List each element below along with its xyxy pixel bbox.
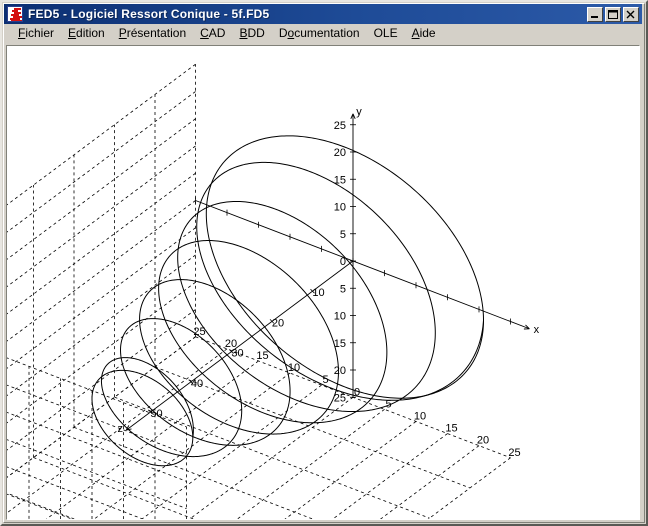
axis-letter-z: z	[117, 423, 123, 435]
tick-label: 5	[385, 398, 391, 410]
tick-label: 20	[334, 365, 346, 377]
menu-item-fichier[interactable]: Fichier	[11, 25, 61, 42]
axis-letter-x: x	[534, 324, 540, 336]
axis-labels: 2520151050510152025252015105051015202510…	[7, 106, 540, 519]
tick-label: 25	[334, 120, 346, 132]
menu-item-edition[interactable]: Edition	[61, 25, 112, 42]
plot-client-area[interactable]: 2520151050510152025252015105051015202510…	[6, 45, 640, 520]
menu-item-ole[interactable]: OLE	[367, 25, 405, 42]
tick-label: 20	[334, 147, 346, 159]
menu-item-cad[interactable]: CAD	[193, 25, 232, 42]
tick-label: 15	[334, 338, 346, 350]
grid-layer	[7, 64, 511, 519]
tick-label: 0	[340, 256, 346, 268]
maximize-button[interactable]	[605, 7, 621, 22]
close-icon	[625, 9, 637, 20]
axis-letter-y: y	[356, 106, 362, 118]
tick-label: 5	[322, 374, 328, 386]
tick-label: 40	[191, 378, 203, 390]
window-controls	[587, 7, 640, 22]
close-button[interactable]	[623, 7, 639, 22]
tick-label: 25	[334, 392, 346, 404]
tick-label: 10	[334, 311, 346, 323]
tick-label: 5	[340, 283, 346, 295]
tick-label: 20	[477, 435, 489, 447]
tick-label: 25	[508, 447, 520, 459]
tick-label: 15	[445, 423, 457, 435]
tick-label: 10	[312, 287, 324, 299]
tick-label: 30	[231, 348, 243, 360]
menu-item-aide[interactable]: Aide	[405, 25, 443, 42]
spring-3d-plot: 2520151050510152025252015105051015202510…	[7, 46, 639, 519]
tick-label: 10	[414, 410, 426, 422]
menu-bar: Fichier Edition Présentation CAD BDD Doc…	[4, 24, 642, 43]
tick-label: 15	[256, 350, 268, 362]
tick-label: 20	[272, 317, 284, 329]
tick-label: 10	[334, 202, 346, 214]
menu-item-presentation[interactable]: Présentation	[112, 25, 193, 42]
tick-label: 25	[193, 326, 205, 338]
menu-item-documentation[interactable]: Documentation	[272, 25, 367, 42]
conical-spring-icon	[7, 6, 23, 22]
tick-label: 5	[340, 229, 346, 241]
tick-label: 50	[150, 408, 162, 420]
menu-item-bdd[interactable]: BDD	[232, 25, 271, 42]
tick-label: 10	[288, 362, 300, 374]
window-title: FED5 - Logiciel Ressort Conique - 5f.FD5	[28, 7, 269, 21]
title-bar[interactable]: FED5 - Logiciel Ressort Conique - 5f.FD5	[4, 4, 642, 24]
tick-label: 0	[354, 386, 360, 398]
application-window: FED5 - Logiciel Ressort Conique - 5f.FD5	[0, 0, 648, 526]
tick-label: 15	[334, 174, 346, 186]
minimize-button[interactable]	[587, 7, 603, 22]
maximize-icon	[607, 9, 619, 20]
minimize-icon	[589, 9, 601, 20]
